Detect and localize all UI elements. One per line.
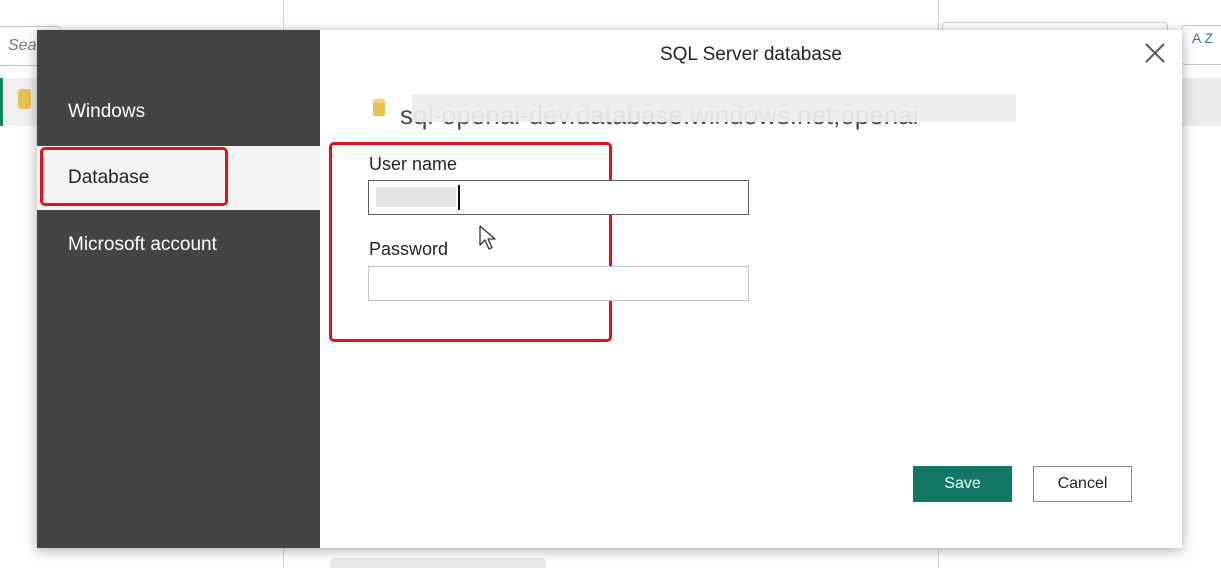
auth-method-microsoft-account[interactable]: Microsoft account xyxy=(37,234,320,256)
auth-method-database[interactable]: Database xyxy=(37,146,320,210)
password-label: Password xyxy=(369,239,449,259)
sql-server-credentials-dialog: Windows Database Microsoft account SQL S… xyxy=(37,30,1182,548)
username-label: User name xyxy=(369,154,458,174)
server-database-path: sql-openai-dev.database.windows.net;open… xyxy=(400,100,919,130)
password-field[interactable] xyxy=(368,266,749,301)
background-right-row xyxy=(1180,78,1221,126)
database-icon xyxy=(373,98,385,116)
sort-button[interactable]: A Z xyxy=(1181,25,1221,65)
mouse-pointer-icon xyxy=(479,225,496,250)
dialog-title: SQL Server database xyxy=(659,44,842,65)
auth-method-sidebar: Windows Database Microsoft account xyxy=(37,30,320,548)
background-bottom-tab xyxy=(330,558,546,568)
sort-az-icon: A Z xyxy=(1192,30,1214,46)
background-search-placeholder: Sea xyxy=(8,37,37,54)
text-caret xyxy=(458,185,460,210)
close-button[interactable] xyxy=(1142,40,1168,66)
database-icon xyxy=(18,89,31,109)
cancel-button[interactable]: Cancel xyxy=(1033,466,1132,502)
save-button[interactable]: Save xyxy=(913,466,1012,502)
username-field[interactable] xyxy=(368,180,749,215)
auth-method-windows[interactable]: Windows xyxy=(37,101,320,123)
close-icon xyxy=(1145,43,1165,63)
